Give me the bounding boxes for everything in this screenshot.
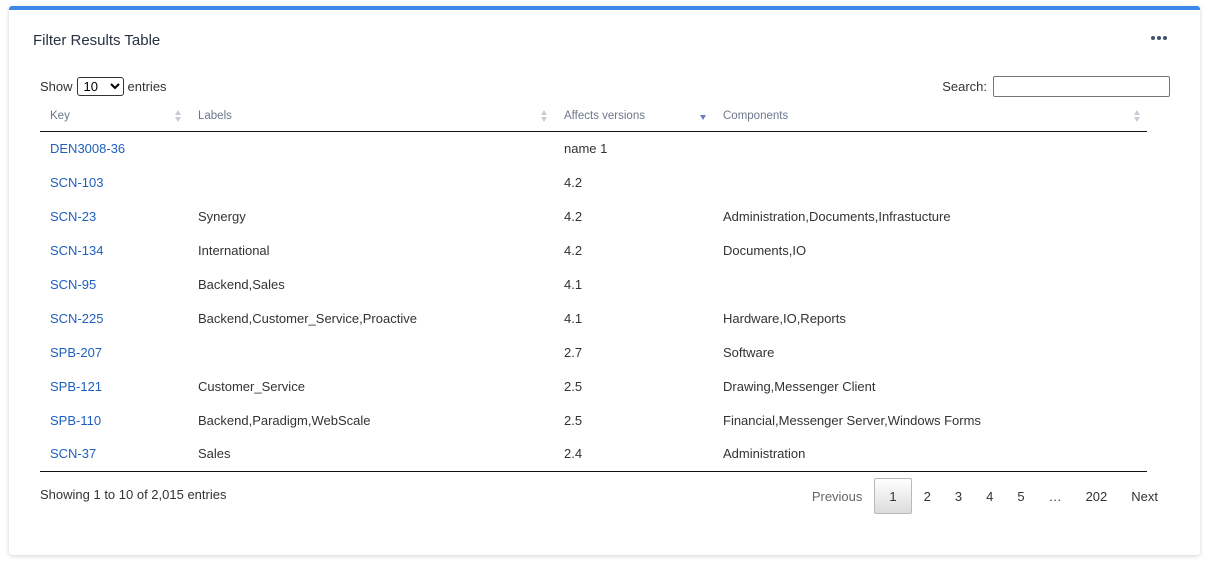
cell-components	[713, 165, 1147, 199]
cell-components: Administration,Documents,Infrastucture	[723, 208, 951, 224]
cell-labels: Sales	[188, 437, 554, 472]
column-header-components[interactable]: Components	[713, 101, 1147, 132]
issue-key-link[interactable]: SCN-23	[50, 209, 96, 224]
cell-labels: Synergy	[198, 208, 246, 224]
cell-components: Financial,Messenger Server,Windows Forms	[723, 412, 981, 428]
cell-components: Software	[723, 344, 775, 360]
cell-affects-versions: 4.1	[564, 276, 583, 292]
pagination-ellipsis: …	[1048, 488, 1062, 504]
show-label: Show	[40, 79, 73, 94]
column-header-key[interactable]: Key	[40, 101, 188, 132]
issue-key-link[interactable]: SCN-37	[50, 446, 96, 461]
cell-components: Hardware,IO,Reports	[723, 310, 846, 326]
table-row: SPB-121 Customer_Service 2.5 Drawing,Messen…	[40, 369, 1147, 403]
cell-affects-versions: 4.1	[564, 310, 583, 326]
previous-page-button[interactable]: Previous	[800, 478, 875, 514]
page-button[interactable]: 3	[943, 478, 974, 514]
next-page-button[interactable]: Next	[1119, 478, 1170, 514]
cell-labels: Backend,Paradigm,WebScale	[198, 412, 371, 428]
cell-labels: Backend,Sales	[198, 276, 285, 292]
cell-affects-versions: 2.4	[554, 437, 713, 472]
entries-label: entries	[127, 79, 167, 94]
column-label: Components	[723, 109, 789, 122]
issue-key-link[interactable]: SCN-134	[50, 243, 103, 258]
cell-components: Administration	[713, 437, 1147, 472]
more-options-icon[interactable]	[1148, 29, 1170, 47]
page-button[interactable]: 4	[974, 478, 1005, 514]
page-button[interactable]: 2	[912, 478, 943, 514]
cell-affects-versions: 4.2	[564, 174, 583, 190]
search-input[interactable]	[993, 76, 1170, 97]
cell-components	[713, 267, 1147, 301]
sort-icon	[1134, 110, 1141, 122]
column-header-labels[interactable]: Labels	[188, 101, 554, 132]
cell-components	[713, 131, 1147, 165]
page-button[interactable]: 202	[1074, 478, 1120, 514]
table-info: Showing 1 to 10 of 2,015 entries	[40, 487, 227, 502]
cell-labels: Backend,Customer_Service,Proactive	[198, 310, 417, 326]
card-title: Filter Results Table	[33, 32, 161, 49]
issue-key-link[interactable]: SPB-121	[50, 379, 102, 394]
issue-key-link[interactable]: SPB-207	[50, 345, 102, 360]
table-row: SCN-37 Sales 2.4 Administration	[40, 437, 1147, 472]
cell-affects-versions: 2.7	[564, 344, 583, 360]
table-row: SCN-95 Backend,Sales 4.1	[40, 267, 1147, 301]
table-row: SPB-110 Backend,Paradigm,WebScale 2.5 Finan…	[40, 403, 1147, 437]
cell-key: SPB-121	[40, 369, 188, 403]
cell-affects-versions: 4.2	[564, 208, 583, 224]
cell-labels	[188, 335, 554, 369]
column-label: Affects versions	[564, 109, 645, 122]
cell-key: SCN-134	[40, 233, 188, 267]
cell-labels: Customer_Service	[198, 378, 305, 394]
issue-key-link[interactable]: SCN-95	[50, 277, 96, 292]
cell-affects-versions: name 1	[564, 140, 608, 156]
pagination: Previous 1 2 3 4 5 … 202 Next	[800, 478, 1170, 514]
column-header-affects-versions[interactable]: Affects versions	[554, 101, 713, 132]
page-button[interactable]: 1	[874, 478, 912, 514]
cell-key: SCN-37	[40, 437, 188, 472]
issue-key-link[interactable]: SPB-110	[50, 413, 101, 428]
page-button[interactable]: 5	[1005, 478, 1036, 514]
cell-labels: International	[198, 242, 270, 258]
cell-key: SCN-23	[40, 199, 188, 233]
issue-key-link[interactable]: SCN-225	[50, 311, 103, 326]
table-row: SCN-103 4.2	[40, 165, 1147, 199]
cell-labels	[188, 165, 554, 199]
sort-icon	[541, 110, 548, 122]
table-row: SCN-134 International 4.2 Documents,IO	[40, 233, 1147, 267]
cell-key: SCN-103	[40, 165, 188, 199]
column-label: Labels	[198, 109, 232, 122]
entries-per-page-select[interactable]: 102550100	[76, 77, 124, 96]
issue-key-link[interactable]: SCN-103	[50, 175, 103, 190]
column-label: Key	[50, 109, 70, 122]
table-row: SCN-225 Backend,Customer_Service,Proactiv…	[40, 301, 1147, 335]
sort-icon	[175, 110, 182, 122]
table-row: DEN3008-36 name 1	[40, 131, 1147, 165]
cell-key: SPB-207	[40, 335, 188, 369]
cell-key: SCN-95	[40, 267, 188, 301]
search-label: Search:	[942, 79, 987, 94]
length-control: Show 102550100 entries	[40, 77, 167, 96]
results-table: Key Labels Affects versions Components D…	[40, 101, 1147, 472]
cell-labels	[188, 131, 554, 165]
table-row: SCN-23 Synergy 4.2 Administration,Documents…	[40, 199, 1147, 233]
cell-key: DEN3008-36	[40, 131, 188, 165]
cell-components: Drawing,Messenger Client	[723, 378, 876, 394]
sort-descending-icon	[700, 110, 707, 122]
table-row: SPB-207 2.7 Software	[40, 335, 1147, 369]
cell-key: SPB-110	[40, 403, 188, 437]
cell-components: Documents,IO	[723, 242, 807, 258]
issue-key-link[interactable]: DEN3008-36	[50, 141, 125, 156]
search-control: Search:	[942, 76, 1170, 97]
table-header-row: Key Labels Affects versions Components	[40, 101, 1147, 132]
cell-key: SCN-225	[40, 301, 188, 335]
cell-affects-versions: 4.2	[564, 242, 583, 258]
cell-affects-versions: 2.5	[564, 412, 583, 428]
cell-affects-versions: 2.5	[564, 378, 583, 394]
